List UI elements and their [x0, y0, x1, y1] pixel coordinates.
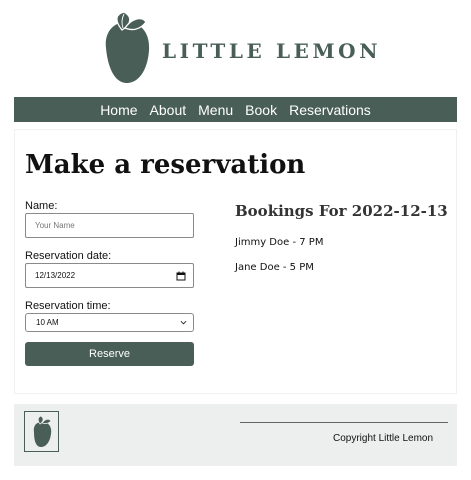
lemon-logo-icon	[24, 411, 59, 452]
reservation-date-value: 12/13/2022	[35, 271, 76, 280]
nav-item-about[interactable]: About	[150, 102, 187, 118]
chevron-down-icon	[180, 320, 187, 325]
lemon-logo-icon	[105, 11, 150, 84]
reservation-time-label: Reservation time:	[25, 300, 111, 312]
reservation-date-input[interactable]: 12/13/2022	[25, 263, 194, 288]
nav-item-book[interactable]: Book	[245, 102, 277, 118]
reservation-time-value: 10 AM	[36, 318, 59, 327]
main-navigation: Home About Menu Book Reservations	[14, 97, 457, 122]
brand-name: LITTLE LEMON	[162, 39, 382, 63]
nav-item-reservations[interactable]: Reservations	[289, 102, 371, 118]
reservation-section: Make a reservation Name: Reservation dat…	[14, 129, 457, 394]
calendar-icon[interactable]	[176, 271, 186, 281]
nav-item-menu[interactable]: Menu	[198, 102, 233, 118]
bookings-title: Bookings For 2022-12-13	[235, 202, 448, 220]
reservation-date-label: Reservation date:	[25, 250, 112, 262]
name-label: Name:	[25, 200, 58, 212]
nav-item-home[interactable]: Home	[100, 102, 137, 118]
reserve-button[interactable]: Reserve	[25, 342, 194, 366]
reservation-time-select[interactable]: 10 AM	[25, 313, 194, 332]
footer-divider	[240, 422, 448, 423]
footer: Copyright Little Lemon	[14, 404, 457, 466]
page-title: Make a reservation	[25, 150, 306, 180]
header: LITTLE LEMON	[0, 0, 471, 96]
copyright-text: Copyright Little Lemon	[333, 433, 434, 444]
booking-item: Jimmy Doe - 7 PM	[235, 237, 324, 248]
booking-item: Jane Doe - 5 PM	[235, 262, 314, 273]
name-input[interactable]	[25, 213, 194, 238]
